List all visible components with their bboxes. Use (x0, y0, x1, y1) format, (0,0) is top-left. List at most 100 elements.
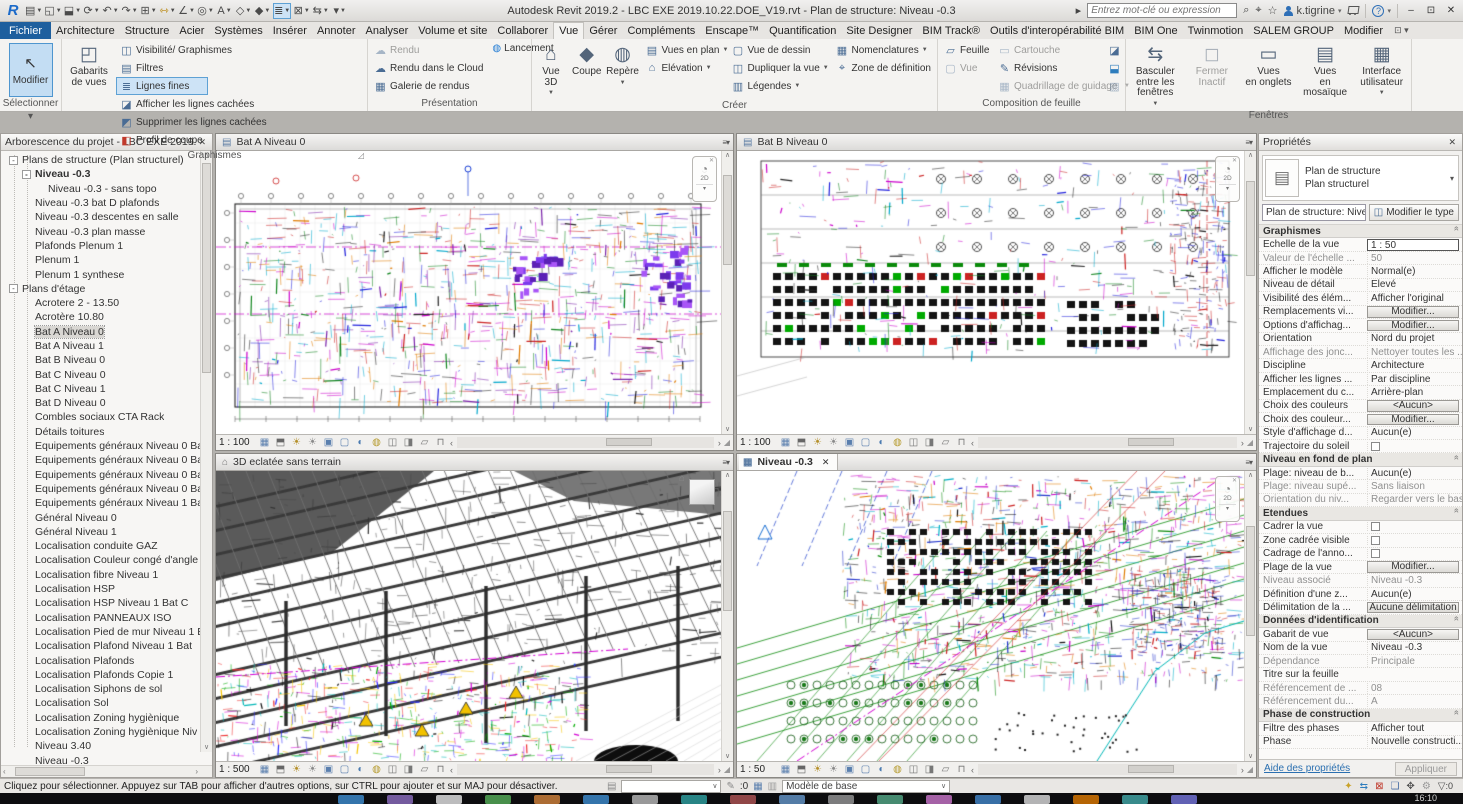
tree-item[interactable]: Localisation Zoning hygiènique Niv (1, 725, 212, 739)
tree-item[interactable]: Localisation fibre Niveau 1 (1, 568, 212, 582)
detail-level-icon[interactable]: ▦ (779, 764, 792, 775)
ribbon-tab[interactable]: Structure (120, 22, 175, 39)
view-menu-icon[interactable]: ≡▾ (722, 458, 733, 467)
ribbon-tab[interactable]: Systèmes (209, 22, 267, 39)
property-row[interactable]: Phase de construction (1259, 709, 1462, 722)
viewport-horizontal-scrollbar[interactable] (978, 437, 1237, 448)
save-icon[interactable]: ⬓▼ (64, 3, 81, 19)
ribbon-tab[interactable]: Analyser (361, 22, 414, 39)
viewport-horizontal-scrollbar[interactable] (457, 437, 714, 448)
modify-button[interactable]: ↖ Modifier (9, 43, 53, 97)
ribbon-tab[interactable]: Gérer (584, 22, 622, 39)
sun-path-icon[interactable]: ☀ (290, 764, 303, 775)
tile-views-icon[interactable]: ▤ Vues en mosaïque ▼ (1298, 41, 1353, 99)
checkbox[interactable] (1371, 536, 1380, 545)
property-row[interactable]: Affichage des jonc... Nettoyer toutes le… (1259, 346, 1462, 359)
property-row[interactable]: Afficher le modèle Normal(e) Normal(e) (1259, 265, 1462, 278)
ribbon-tab[interactable]: Outils d'interopérabilité BIM (985, 22, 1129, 39)
hide-analytical-model-icon[interactable]: ▱ (939, 764, 952, 775)
tree-item[interactable]: Acrotère 10.80 (1, 310, 212, 324)
guide-grid-icon[interactable]: ▦Quadrillage de guidage (994, 77, 1102, 95)
title-block-icon[interactable]: ▭Cartouche (994, 41, 1102, 59)
ribbon-tab[interactable]: BIM Track® (917, 22, 985, 39)
crop-region-icon[interactable]: ▢ (859, 764, 872, 775)
tree-item[interactable]: Général Niveau 1 (1, 525, 212, 539)
hide-analytical-model-icon[interactable]: ▱ (939, 437, 952, 448)
open-icon[interactable]: ◱▼ (44, 3, 61, 19)
plan-canvas[interactable] (216, 151, 721, 434)
drafting-view-icon[interactable]: ▢Vue de dessin▼ (727, 41, 829, 59)
subscription-icon[interactable]: ⌖ (1255, 4, 1261, 17)
design-options-icon[interactable]: ⚙ (1422, 781, 1431, 792)
property-row[interactable]: Filtre des phases Afficher tout Afficher… (1259, 722, 1462, 735)
view-scale[interactable]: 1 : 100 (740, 437, 776, 448)
worksharing-display-icon[interactable]: ◫ (907, 764, 920, 775)
worksharing-icon[interactable]: ✦ (1344, 781, 1352, 792)
crop-region-icon[interactable]: ▢ (338, 437, 351, 448)
view-menu-icon[interactable]: ≡▾ (1245, 138, 1256, 147)
thin-lines-icon[interactable]: ≣Lignes fines (116, 77, 208, 95)
home-icon[interactable]: ⌂ (679, 473, 685, 484)
reveal-constraints-icon[interactable]: ⊓ (955, 764, 968, 775)
file-menu-icon[interactable]: ▤▼ (25, 3, 42, 19)
design-options-icon[interactable]: ▦ (753, 781, 762, 792)
tree-item[interactable]: Bat C Niveau 0 (1, 367, 212, 381)
property-button[interactable]: Modifier... (1367, 306, 1459, 318)
property-row[interactable]: Plage: niveau de b... Aucun(e) Aucun(e) (1259, 467, 1462, 480)
property-row[interactable]: Visibilité des élém... Afficher l'origin… (1259, 292, 1462, 305)
viewport-vertical-scrollbar[interactable]: ∧∨ (1244, 471, 1256, 761)
tree-item[interactable]: Niveau -0.3 - sans topo (1, 182, 212, 196)
hide-analytical-model-icon[interactable]: ▱ (418, 437, 431, 448)
tree-item[interactable]: Niveau -0.3 plan masse (1, 224, 212, 238)
detail-level-icon[interactable]: ▦ (258, 764, 271, 775)
taskbar-app-icon[interactable] (681, 795, 707, 804)
property-row[interactable]: Echelle de la vue 1 : 50 1 : 50 (1259, 238, 1462, 251)
tree-item[interactable]: Plans d'étage (1, 282, 212, 296)
visual-style-icon[interactable]: ⬒ (274, 764, 287, 775)
property-row[interactable]: Nom de la vue Niveau -0.3 Niveau -0.3 (1259, 642, 1462, 655)
ribbon-tab[interactable]: Site Designer (841, 22, 917, 39)
scope-box-icon[interactable]: ⌖Zone de définition▼ (831, 59, 935, 77)
ribbon-tab[interactable]: Modifier (1339, 22, 1388, 39)
collapse-icon[interactable] (9, 284, 18, 293)
close-button[interactable]: ✕ (1444, 5, 1458, 16)
property-row[interactable]: Niveau associé Niveau -0.3 Niveau -0.3 (1259, 574, 1462, 587)
scroll-left-icon[interactable]: ‹ (450, 438, 453, 448)
browser-horizontal-scrollbar[interactable]: ‹› (1, 765, 212, 777)
redo-icon[interactable]: ↷▼ (121, 3, 138, 19)
worksharing-display-icon[interactable]: ◫ (386, 437, 399, 448)
tree-item[interactable]: Localisation Couleur congé d'angle (1, 553, 212, 567)
properties-help-link[interactable]: Aide des propriétés (1264, 763, 1350, 774)
text-icon[interactable]: A▼ (216, 3, 233, 19)
crop-region-icon[interactable]: ▢ (859, 437, 872, 448)
tree-item[interactable]: Localisation Plafonds (1, 653, 212, 667)
taskbar-app-icon[interactable] (975, 795, 1001, 804)
property-row[interactable]: Trajectoire du soleil (1259, 440, 1462, 453)
shadows-icon[interactable]: ☀ (306, 764, 319, 775)
property-row[interactable]: Délimitation de la ... Aucune délimitati… (1259, 601, 1462, 614)
restore-button[interactable]: ⊡ (1424, 5, 1438, 16)
tree-item[interactable]: Niveau -0.3 bat D plafonds (1, 196, 212, 210)
tree-item[interactable]: Localisation Siphons de sol (1, 682, 212, 696)
property-row[interactable]: Choix des couleurs <Aucun> <Aucun> (1259, 400, 1462, 413)
view-scale[interactable]: 1 : 100 (219, 437, 255, 448)
shadows-icon[interactable]: ☀ (306, 437, 319, 448)
sun-path-icon[interactable]: ☀ (811, 764, 824, 775)
sync-with-central-icon[interactable]: ⟳▼ (83, 3, 100, 19)
property-button[interactable]: Modifier... (1367, 320, 1459, 332)
drawing-area[interactable]: ✕◔2D▾ ∧∨ (737, 151, 1256, 434)
scroll-right-icon[interactable]: › (1241, 438, 1244, 448)
taskbar-app-icon[interactable] (1024, 795, 1050, 804)
ribbon-tab[interactable]: Vue (553, 22, 584, 39)
navigation-wheel[interactable]: ✕◔2D▾ (692, 156, 717, 202)
reveal-constraints-icon[interactable]: ⊓ (434, 764, 447, 775)
user-interface-icon[interactable]: ▦ Interface utilisateur ▼ (1354, 41, 1409, 99)
reveal-hidden-elements-icon[interactable]: ◍ (370, 764, 383, 775)
switch-windows-icon[interactable]: ⇆ Basculer entre les fenêtres ▼ (1128, 41, 1183, 109)
property-row[interactable]: Emplacement du c... Arrière-plan Arrière… (1259, 386, 1462, 399)
tree-item[interactable]: Détails toitures (1, 425, 212, 439)
ribbon-tab[interactable]: Insérer (268, 22, 312, 39)
sun-path-icon[interactable]: ☀ (290, 437, 303, 448)
visibility-graphics-icon[interactable]: ◫Visibilité/ Graphismes (116, 41, 208, 59)
search-input[interactable] (1088, 4, 1236, 17)
